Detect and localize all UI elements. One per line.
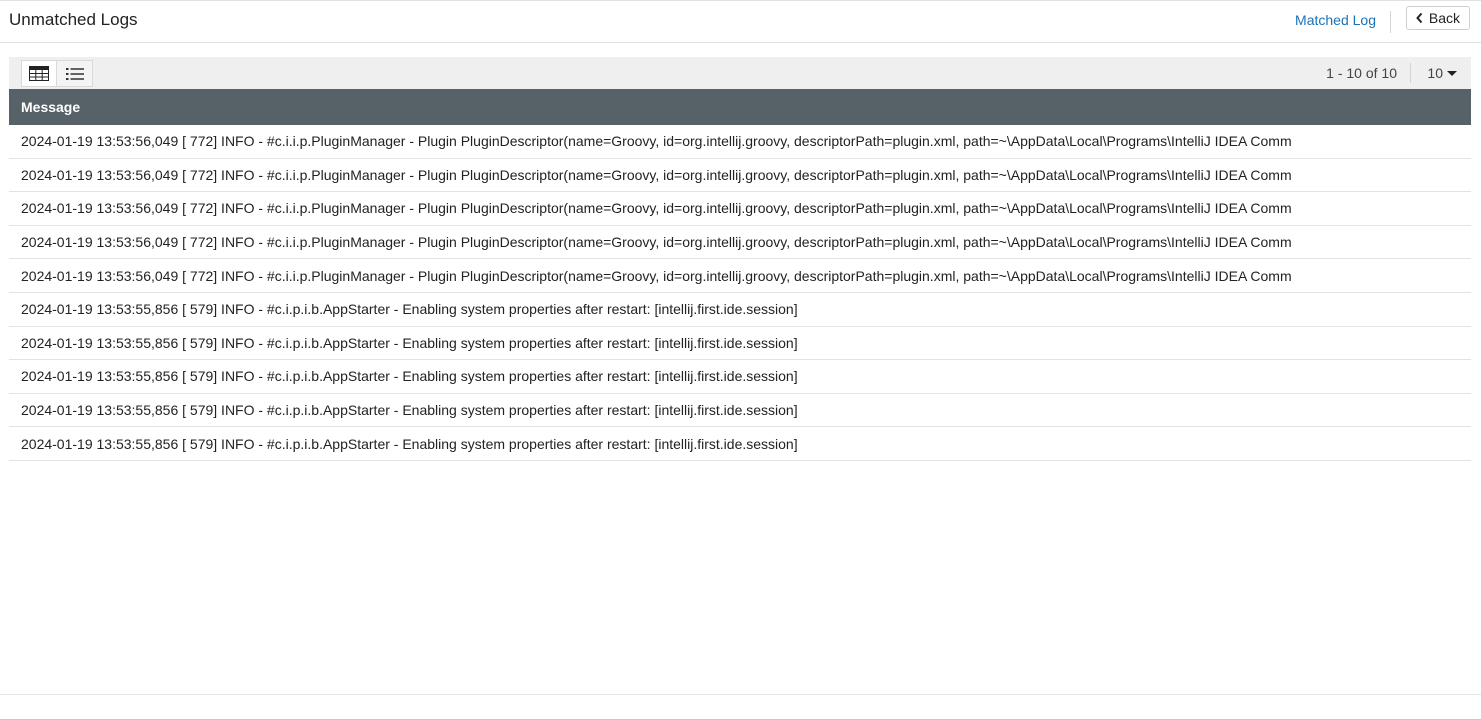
log-table: Message 2024-01-19 13:53:56,049 [ 772] I… <box>9 89 1471 461</box>
table-toolbar: 1 - 10 of 10 10 <box>9 57 1471 89</box>
list-view-icon <box>65 67 84 80</box>
chevron-left-icon <box>1416 12 1423 24</box>
header-divider <box>1390 11 1391 33</box>
caret-down-icon <box>1447 70 1457 76</box>
page-size-value: 10 <box>1427 65 1443 81</box>
table-row[interactable]: 2024-01-19 13:53:56,049 [ 772] INFO - #c… <box>9 125 1471 159</box>
table-row[interactable]: 2024-01-19 13:53:55,856 [ 579] INFO - #c… <box>9 427 1471 461</box>
page-size-dropdown[interactable]: 10 <box>1427 65 1457 81</box>
back-button-label: Back <box>1428 10 1460 26</box>
pagination-info: 1 - 10 of 10 <box>1326 65 1397 81</box>
page-header: Unmatched Logs Matched Log Back <box>0 1 1481 43</box>
table-row[interactable]: 2024-01-19 13:53:56,049 [ 772] INFO - #c… <box>9 159 1471 193</box>
column-header-message[interactable]: Message <box>9 89 1471 125</box>
page-title: Unmatched Logs <box>9 10 138 29</box>
table-view-icon <box>29 66 49 81</box>
page: Unmatched Logs Matched Log Back 1 - 10 o… <box>0 0 1481 720</box>
back-button[interactable]: Back <box>1405 6 1470 30</box>
list-view-button[interactable] <box>57 60 93 87</box>
footer-divider <box>0 694 1481 695</box>
table-row[interactable]: 2024-01-19 13:53:55,856 [ 579] INFO - #c… <box>9 293 1471 327</box>
table-row[interactable]: 2024-01-19 13:53:55,856 [ 579] INFO - #c… <box>9 327 1471 361</box>
table-row[interactable]: 2024-01-19 13:53:56,049 [ 772] INFO - #c… <box>9 226 1471 260</box>
table-row[interactable]: 2024-01-19 13:53:56,049 [ 772] INFO - #c… <box>9 192 1471 226</box>
table-row[interactable]: 2024-01-19 13:53:55,856 [ 579] INFO - #c… <box>9 394 1471 428</box>
table-row[interactable]: 2024-01-19 13:53:56,049 [ 772] INFO - #c… <box>9 259 1471 293</box>
toolbar-divider <box>1410 63 1411 83</box>
table-row[interactable]: 2024-01-19 13:53:55,856 [ 579] INFO - #c… <box>9 360 1471 394</box>
table-view-button[interactable] <box>21 60 57 87</box>
matched-log-link[interactable]: Matched Log <box>1295 12 1376 28</box>
view-toggle <box>21 60 93 87</box>
